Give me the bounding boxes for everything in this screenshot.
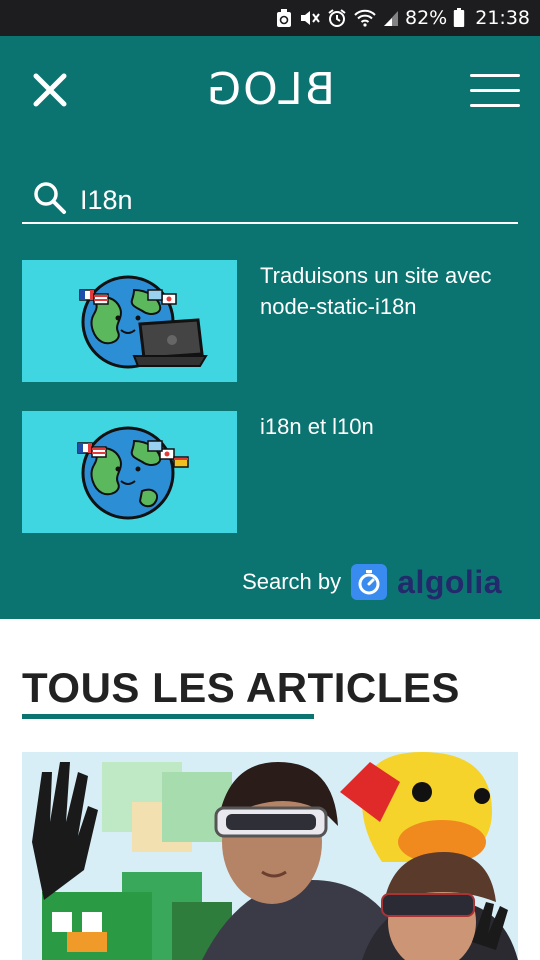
alarm-icon [327, 8, 347, 28]
algolia-brand: algolia [397, 563, 502, 600]
close-icon [33, 73, 67, 107]
clock: 21:38 [475, 7, 530, 29]
muted-icon [299, 8, 321, 28]
section-title-underline [22, 714, 314, 719]
search-panel: BLOG I18n Traduisons un site avec node-s… [0, 36, 540, 619]
blog-logo[interactable]: BLOG [190, 62, 350, 118]
globe-with-flags-illustration [77, 426, 189, 520]
algolia-stopwatch-icon [351, 564, 388, 600]
blog-app-screen: 82% 21:38 BLOG I18n Traduisons un site a… [0, 0, 540, 960]
wifi-icon [353, 8, 377, 28]
result-thumbnail [22, 411, 237, 533]
search-icon [34, 182, 66, 214]
search-bar [22, 176, 518, 224]
search-by-label: Search by [242, 569, 342, 594]
status-bar: 82% 21:38 [0, 0, 540, 36]
section-title: TOUS LES ARTICLES [22, 664, 460, 711]
search-by-algolia[interactable]: Search by algolia [242, 562, 502, 602]
search-result[interactable]: Traduisons un site avec node-static-i18n [22, 260, 518, 382]
battery-percent: 82% [405, 7, 448, 29]
hamburger-menu-icon [470, 74, 520, 77]
menu-line [470, 104, 520, 107]
result-thumbnail [22, 260, 237, 382]
close-button[interactable] [30, 70, 70, 110]
search-input[interactable] [80, 180, 500, 220]
result-title[interactable]: i18n et l10n [260, 411, 510, 442]
battery-icon [453, 8, 465, 28]
globe-with-laptop-illustration [79, 275, 208, 369]
signal-icon [383, 9, 399, 27]
featured-article-image[interactable] [22, 752, 518, 960]
sync-icon [275, 8, 293, 28]
vr-headset-illustration [22, 752, 518, 960]
search-result[interactable]: i18n et l10n [22, 411, 518, 533]
result-title[interactable]: Traduisons un site avec node-static-i18n [260, 260, 510, 322]
menu-line [470, 89, 520, 92]
menu-button[interactable] [470, 72, 520, 108]
